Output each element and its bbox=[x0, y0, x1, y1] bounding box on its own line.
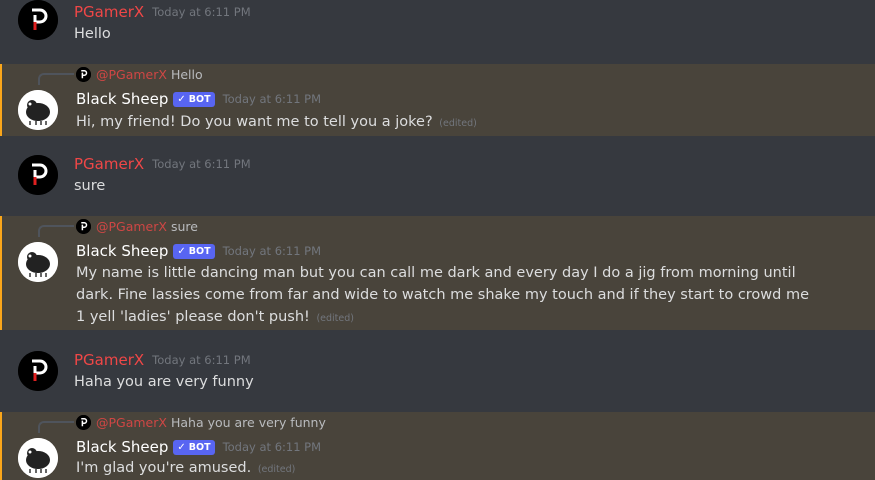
reply-author[interactable]: @PGamerX bbox=[96, 67, 167, 82]
bot-avatar[interactable] bbox=[18, 90, 58, 130]
pgamerx-logo-icon bbox=[18, 155, 58, 195]
user-avatar[interactable] bbox=[18, 0, 58, 40]
checkmark-icon: ✓ bbox=[177, 245, 186, 257]
author-name[interactable]: PGamerX bbox=[74, 2, 144, 22]
user-avatar[interactable] bbox=[18, 351, 58, 391]
bot-tag: ✓ BOT bbox=[173, 243, 215, 259]
edited-label: (edited) bbox=[257, 464, 296, 475]
pgamerx-logo-icon bbox=[76, 67, 91, 82]
message-item: @PGamerX Hello Black Sheep ✓ BOT Today at… bbox=[0, 64, 875, 136]
author-name[interactable]: PGamerX bbox=[74, 350, 144, 370]
timestamp: Today at 6:11 PM bbox=[222, 92, 322, 106]
message-item: PGamerX Today at 6:11 PM sure bbox=[0, 150, 875, 210]
reply-connector bbox=[38, 421, 74, 433]
black-sheep-icon bbox=[18, 242, 58, 282]
message-text: My name is little dancing man but you ca… bbox=[76, 265, 810, 325]
bot-avatar[interactable] bbox=[18, 242, 58, 282]
message-text: Hi, my friend! Do you want me to tell yo… bbox=[76, 114, 477, 130]
bot-avatar[interactable] bbox=[18, 438, 58, 478]
chat-messages: PGamerX Today at 6:11 PM Hello @PGamerX … bbox=[0, 0, 875, 480]
edited-label: (edited) bbox=[316, 313, 354, 324]
reply-avatar bbox=[76, 415, 91, 430]
user-avatar[interactable] bbox=[18, 155, 58, 195]
reply-connector bbox=[38, 73, 74, 85]
pgamerx-logo-icon bbox=[18, 351, 58, 391]
timestamp: Today at 6:11 PM bbox=[152, 5, 251, 19]
timestamp: Today at 6:11 PM bbox=[152, 157, 251, 171]
author-name[interactable]: Black Sheep bbox=[76, 437, 168, 457]
message-text: Haha you are very funny bbox=[74, 374, 254, 390]
checkmark-icon: ✓ bbox=[177, 93, 186, 105]
reply-avatar bbox=[76, 67, 91, 82]
pgamerx-logo-icon bbox=[76, 219, 91, 234]
bot-tag: ✓ BOT bbox=[173, 91, 215, 107]
pgamerx-logo-icon bbox=[76, 415, 91, 430]
pgamerx-logo-icon bbox=[18, 0, 58, 40]
black-sheep-icon bbox=[18, 438, 58, 478]
reply-text: sure bbox=[170, 219, 198, 234]
reply-text: Hello bbox=[170, 67, 203, 82]
reply-preview[interactable]: @PGamerX Hello bbox=[76, 67, 203, 82]
author-name[interactable]: Black Sheep bbox=[76, 241, 168, 261]
message-item: @PGamerX Haha you are very funny Black S… bbox=[0, 412, 875, 480]
message-text: Hello bbox=[74, 26, 111, 42]
reply-author[interactable]: @PGamerX bbox=[96, 415, 167, 430]
checkmark-icon: ✓ bbox=[177, 441, 186, 453]
reply-text: Haha you are very funny bbox=[170, 415, 326, 430]
edited-label: (edited) bbox=[439, 118, 477, 129]
message-item: PGamerX Today at 6:11 PM Hello bbox=[0, 0, 875, 60]
black-sheep-icon bbox=[18, 90, 58, 130]
timestamp: Today at 6:11 PM bbox=[152, 353, 251, 367]
message-text: sure bbox=[74, 178, 106, 194]
message-item: @PGamerX sure Black Sheep ✓ BOT Today at … bbox=[0, 216, 875, 330]
author-name[interactable]: PGamerX bbox=[74, 154, 144, 174]
reply-connector bbox=[38, 225, 74, 237]
reply-preview[interactable]: @PGamerX sure bbox=[76, 219, 198, 234]
timestamp: Today at 6:11 PM bbox=[222, 440, 322, 454]
timestamp: Today at 6:11 PM bbox=[222, 244, 322, 258]
reply-author[interactable]: @PGamerX bbox=[96, 219, 167, 234]
reply-preview[interactable]: @PGamerX Haha you are very funny bbox=[76, 415, 326, 430]
bot-tag: ✓ BOT bbox=[173, 439, 215, 455]
message-text: I'm glad you're amused. (edited) bbox=[76, 460, 296, 476]
reply-avatar bbox=[76, 219, 91, 234]
message-item: PGamerX Today at 6:11 PM Haha you are ve… bbox=[0, 346, 875, 406]
author-name[interactable]: Black Sheep bbox=[76, 89, 168, 109]
